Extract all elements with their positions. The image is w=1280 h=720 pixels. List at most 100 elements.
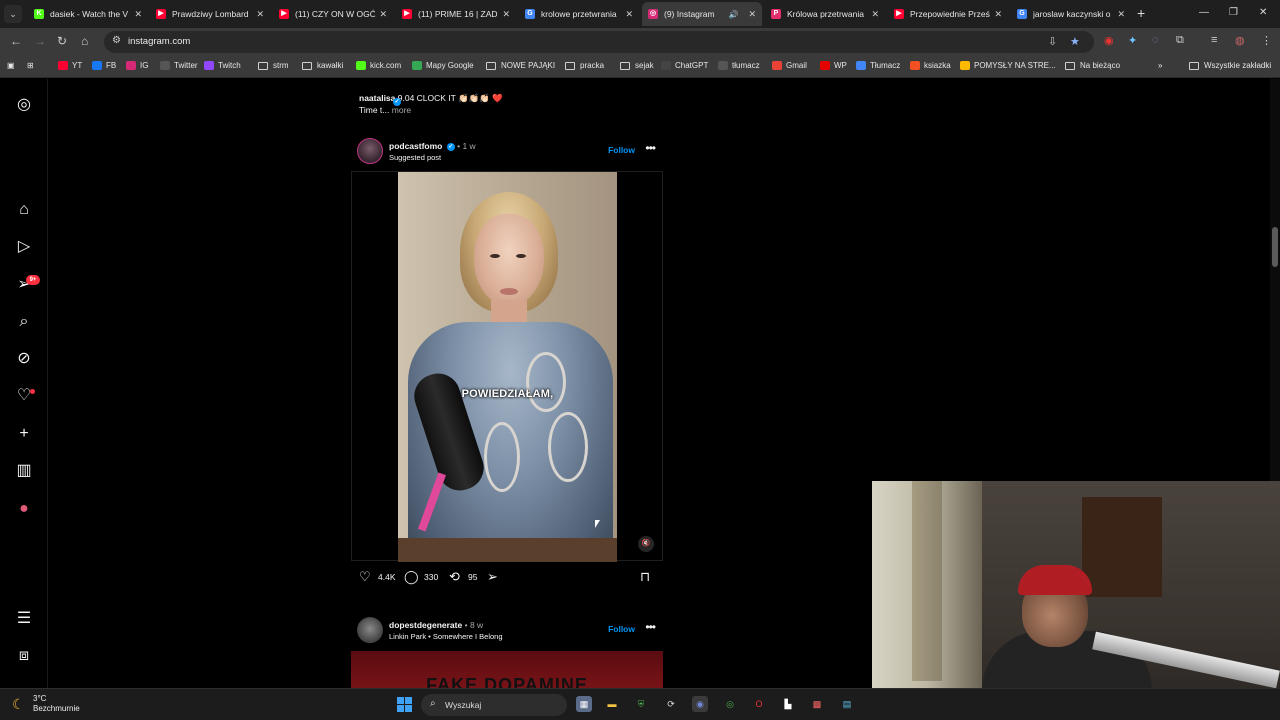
- extension-icon[interactable]: ✦: [1128, 34, 1137, 47]
- post-username[interactable]: podcastfomo: [389, 141, 442, 151]
- more-options-icon[interactable]: •••: [645, 620, 656, 634]
- bookmark-10[interactable]: pracka: [565, 61, 604, 70]
- close-tab-icon[interactable]: ✕: [379, 9, 387, 20]
- close-tab-icon[interactable]: ✕: [256, 9, 264, 20]
- app-icon-steam[interactable]: ⟳: [663, 696, 679, 712]
- bookmark-18[interactable]: POMYSŁY NA STRE...: [960, 61, 1056, 70]
- also-from-meta-icon[interactable]: ⧈: [14, 646, 34, 666]
- weather-widget[interactable]: 3°C Bezchmurnie: [33, 694, 80, 714]
- close-tab-icon[interactable]: ✕: [994, 9, 1002, 20]
- bookmark-4[interactable]: Twitch: [204, 61, 241, 70]
- bookmark-7[interactable]: kick.com: [356, 61, 401, 70]
- bookmark-2[interactable]: IG: [126, 61, 148, 70]
- app-icon-media[interactable]: ▩: [809, 696, 825, 712]
- like-icon[interactable]: ♡: [359, 569, 371, 585]
- extension-icon-2[interactable]: ◌: [1152, 34, 1159, 46]
- minimize-button[interactable]: —: [1199, 7, 1209, 18]
- weather-moon-icon[interactable]: ☾: [12, 696, 25, 713]
- bookmark-14[interactable]: Gmail: [772, 61, 807, 70]
- scrollbar-thumb[interactable]: [1272, 227, 1278, 267]
- tab-1[interactable]: ▶ Prawdziwy Lombard ✕: [150, 2, 270, 26]
- more-link[interactable]: more: [392, 105, 411, 115]
- close-tab-icon[interactable]: ✕: [502, 9, 510, 20]
- tab-2[interactable]: ▶ (11) CZY ON W OGÓ ✕: [273, 2, 393, 26]
- follow-button[interactable]: Follow: [608, 145, 635, 155]
- bookmark-16[interactable]: Tłumacz: [856, 61, 900, 70]
- search-icon[interactable]: ⌕: [14, 312, 34, 332]
- dashboard-icon[interactable]: ▥: [14, 461, 34, 481]
- tab-audio-icon[interactable]: 🔊: [728, 10, 738, 19]
- bookmark-9[interactable]: NOWE PAJĄKI: [486, 61, 555, 70]
- bookmark-17[interactable]: ksiazka: [910, 61, 951, 70]
- more-bookmarks-icon[interactable]: »: [1158, 61, 1162, 70]
- bookmark-13[interactable]: tłumacz: [718, 61, 760, 70]
- close-tab-icon[interactable]: ✕: [625, 9, 633, 20]
- browser-menu-icon[interactable]: ⋮: [1261, 34, 1272, 47]
- bookmark-19[interactable]: Na bieżąco: [1065, 61, 1120, 70]
- bookmark-3[interactable]: Twitter: [160, 61, 198, 70]
- comment-icon[interactable]: ◯: [404, 569, 419, 585]
- post-username[interactable]: dopestdegenerate: [389, 620, 462, 630]
- avatar[interactable]: [357, 617, 383, 643]
- close-tab-icon[interactable]: ✕: [871, 9, 879, 20]
- discord-icon[interactable]: ◉: [692, 696, 708, 712]
- more-menu-icon[interactable]: ☰: [14, 609, 34, 629]
- back-icon[interactable]: ←: [10, 34, 22, 48]
- tab-3[interactable]: ▶ (11) PRIME 16 | ZADY ✕: [396, 2, 516, 26]
- tab-groups-icon[interactable]: ▣: [7, 61, 15, 70]
- forward-icon[interactable]: →: [34, 34, 46, 48]
- mute-icon[interactable]: 🔇: [638, 536, 654, 552]
- apps-grid-icon[interactable]: ⊞: [27, 61, 34, 70]
- close-tab-icon[interactable]: ✕: [1117, 9, 1125, 20]
- video-frame[interactable]: POWIEDZIAŁAM,: [398, 172, 617, 562]
- close-tab-icon[interactable]: ✕: [134, 9, 142, 20]
- post-video-2[interactable]: FAKE DOPAMINE: [351, 651, 663, 688]
- start-button[interactable]: [397, 697, 412, 712]
- notepad-icon[interactable]: ▤: [839, 696, 855, 712]
- all-bookmarks-folder[interactable]: Wszystkie zakładki: [1189, 61, 1271, 70]
- tab-4[interactable]: Gkrolowe przetwrania ✕: [519, 2, 639, 26]
- profile-avatar[interactable]: ●: [14, 499, 34, 519]
- bookmark-8[interactable]: Mapy Google: [412, 61, 474, 70]
- chrome-icon[interactable]: ◎: [722, 696, 738, 712]
- bookmark-5[interactable]: strm: [258, 61, 289, 70]
- share-icon[interactable]: ➢: [487, 569, 498, 585]
- create-icon[interactable]: +: [14, 424, 34, 444]
- site-info-icon[interactable]: ⚙: [112, 35, 121, 46]
- post-video[interactable]: POWIEDZIAŁAM, 🔇: [351, 171, 663, 562]
- post-audio[interactable]: Linkin Park • Somewhere I Belong: [389, 632, 503, 641]
- tab-6[interactable]: P Królowa przetrwania ✕: [765, 2, 885, 26]
- tab-7[interactable]: ▶ Przepowiednie Prześ ✕: [888, 2, 1008, 26]
- bookmark-12[interactable]: ChatGPT: [661, 61, 708, 70]
- bookmark-0[interactable]: YT: [58, 61, 82, 70]
- home-icon[interactable]: ⌂: [14, 200, 34, 220]
- explore-icon[interactable]: ⊘: [14, 349, 34, 369]
- bookmark-11[interactable]: sejak: [620, 61, 654, 70]
- media-control-icon[interactable]: ≡: [1211, 34, 1217, 46]
- taskbar-search[interactable]: ⌕ Wyszukaj: [421, 694, 567, 716]
- tab-0[interactable]: Kdasiek - Watch the V ✕: [28, 2, 148, 26]
- reels-icon[interactable]: ▷: [14, 237, 34, 257]
- extensions-puzzle-icon[interactable]: ⧉: [1176, 34, 1184, 47]
- home-icon[interactable]: ⌂: [81, 34, 88, 48]
- close-window-button[interactable]: ✕: [1259, 7, 1267, 18]
- bookmark-1[interactable]: FB: [92, 61, 116, 70]
- file-explorer-icon[interactable]: ▬: [604, 696, 620, 712]
- avatar[interactable]: [357, 138, 383, 164]
- instagram-logo-icon[interactable]: ◎: [14, 95, 34, 115]
- repost-icon[interactable]: ⟲: [449, 569, 460, 585]
- install-app-icon[interactable]: ⇩: [1048, 35, 1057, 48]
- new-tab-button[interactable]: +: [1137, 5, 1145, 21]
- close-tab-icon[interactable]: ✕: [748, 9, 756, 20]
- tab-8[interactable]: Gjaroslaw kaczynski o ✕: [1011, 2, 1131, 26]
- tab-5[interactable]: ◎ (9) Instagram 🔊 ✕: [642, 2, 762, 26]
- app-icon-epic[interactable]: ▙: [780, 696, 796, 712]
- opera-icon[interactable]: O: [751, 696, 767, 712]
- bookmark-15[interactable]: WP: [820, 61, 847, 70]
- restore-button[interactable]: ❐: [1229, 7, 1238, 18]
- address-bar[interactable]: ⚙ instagram.com ⇩ ★: [104, 31, 1094, 53]
- save-bookmark-icon[interactable]: ⊓: [640, 569, 650, 585]
- bookmark-6[interactable]: kawałki: [302, 61, 343, 70]
- prev-post-username[interactable]: naatalisa: [359, 93, 395, 103]
- follow-button[interactable]: Follow: [608, 624, 635, 634]
